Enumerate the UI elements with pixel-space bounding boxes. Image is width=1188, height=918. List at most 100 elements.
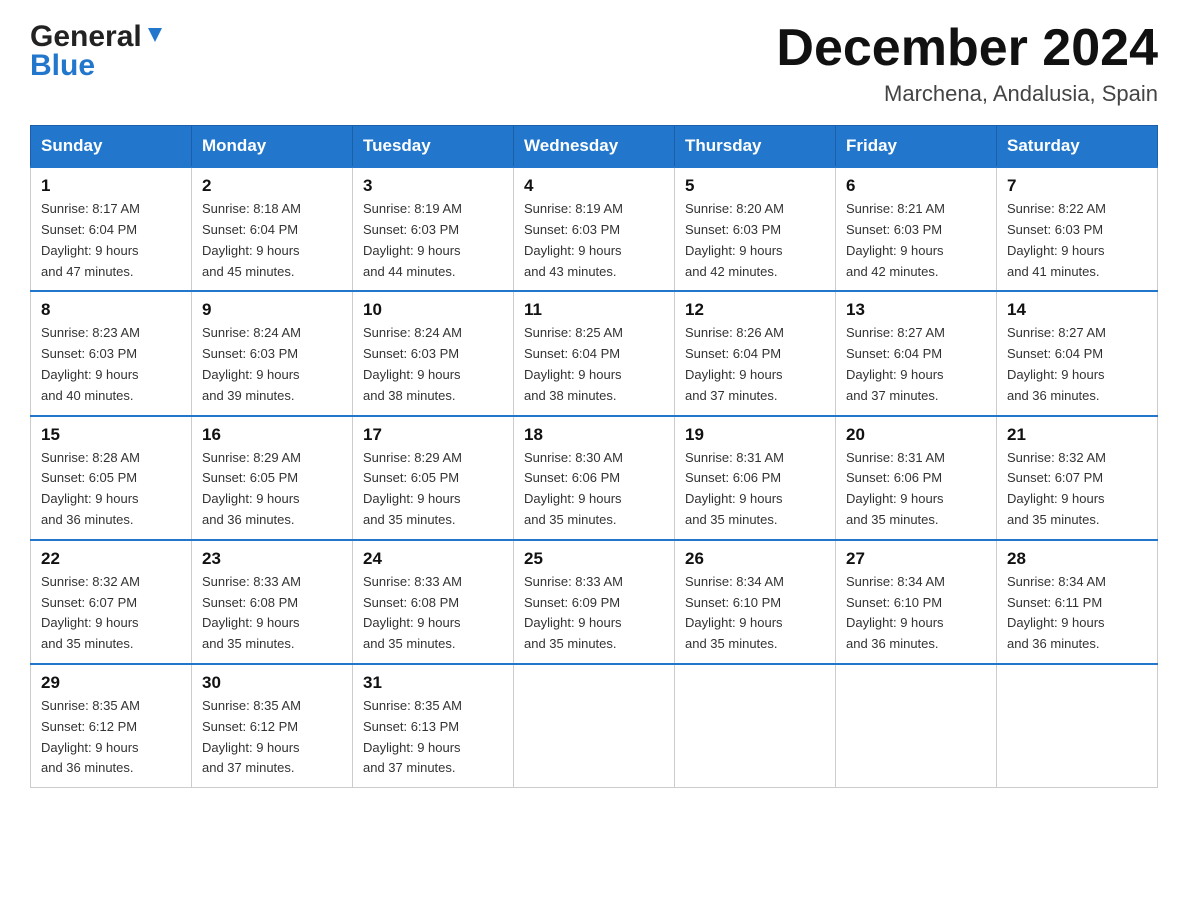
day-number: 22 xyxy=(41,549,181,569)
day-number: 25 xyxy=(524,549,664,569)
calendar-week-row: 22 Sunrise: 8:32 AM Sunset: 6:07 PM Dayl… xyxy=(31,540,1158,664)
calendar-cell: 20 Sunrise: 8:31 AM Sunset: 6:06 PM Dayl… xyxy=(836,416,997,540)
day-number: 9 xyxy=(202,300,342,320)
calendar-cell: 8 Sunrise: 8:23 AM Sunset: 6:03 PM Dayli… xyxy=(31,291,192,415)
header-friday: Friday xyxy=(836,126,997,168)
header-saturday: Saturday xyxy=(997,126,1158,168)
calendar-cell: 2 Sunrise: 8:18 AM Sunset: 6:04 PM Dayli… xyxy=(192,167,353,291)
day-info: Sunrise: 8:28 AM Sunset: 6:05 PM Dayligh… xyxy=(41,448,181,531)
day-info: Sunrise: 8:31 AM Sunset: 6:06 PM Dayligh… xyxy=(846,448,986,531)
day-number: 31 xyxy=(363,673,503,693)
location-text: Marchena, Andalusia, Spain xyxy=(776,81,1158,107)
day-info: Sunrise: 8:35 AM Sunset: 6:13 PM Dayligh… xyxy=(363,696,503,779)
day-number: 14 xyxy=(1007,300,1147,320)
day-info: Sunrise: 8:33 AM Sunset: 6:09 PM Dayligh… xyxy=(524,572,664,655)
header-monday: Monday xyxy=(192,126,353,168)
month-title: December 2024 xyxy=(776,20,1158,77)
calendar-cell xyxy=(675,664,836,788)
calendar-cell: 25 Sunrise: 8:33 AM Sunset: 6:09 PM Dayl… xyxy=(514,540,675,664)
calendar-cell: 22 Sunrise: 8:32 AM Sunset: 6:07 PM Dayl… xyxy=(31,540,192,664)
day-number: 5 xyxy=(685,176,825,196)
day-info: Sunrise: 8:19 AM Sunset: 6:03 PM Dayligh… xyxy=(524,199,664,282)
day-info: Sunrise: 8:33 AM Sunset: 6:08 PM Dayligh… xyxy=(363,572,503,655)
calendar-cell: 5 Sunrise: 8:20 AM Sunset: 6:03 PM Dayli… xyxy=(675,167,836,291)
calendar-cell: 30 Sunrise: 8:35 AM Sunset: 6:12 PM Dayl… xyxy=(192,664,353,788)
day-number: 12 xyxy=(685,300,825,320)
day-number: 26 xyxy=(685,549,825,569)
day-info: Sunrise: 8:24 AM Sunset: 6:03 PM Dayligh… xyxy=(202,323,342,406)
day-number: 15 xyxy=(41,425,181,445)
day-number: 29 xyxy=(41,673,181,693)
day-info: Sunrise: 8:34 AM Sunset: 6:10 PM Dayligh… xyxy=(685,572,825,655)
day-info: Sunrise: 8:30 AM Sunset: 6:06 PM Dayligh… xyxy=(524,448,664,531)
title-area: December 2024 Marchena, Andalusia, Spain xyxy=(776,20,1158,107)
calendar-cell xyxy=(836,664,997,788)
calendar-cell: 24 Sunrise: 8:33 AM Sunset: 6:08 PM Dayl… xyxy=(353,540,514,664)
day-info: Sunrise: 8:20 AM Sunset: 6:03 PM Dayligh… xyxy=(685,199,825,282)
calendar-cell: 7 Sunrise: 8:22 AM Sunset: 6:03 PM Dayli… xyxy=(997,167,1158,291)
day-info: Sunrise: 8:19 AM Sunset: 6:03 PM Dayligh… xyxy=(363,199,503,282)
header-tuesday: Tuesday xyxy=(353,126,514,168)
day-info: Sunrise: 8:18 AM Sunset: 6:04 PM Dayligh… xyxy=(202,199,342,282)
day-number: 8 xyxy=(41,300,181,320)
day-number: 16 xyxy=(202,425,342,445)
day-number: 4 xyxy=(524,176,664,196)
day-number: 3 xyxy=(363,176,503,196)
day-info: Sunrise: 8:31 AM Sunset: 6:06 PM Dayligh… xyxy=(685,448,825,531)
day-info: Sunrise: 8:27 AM Sunset: 6:04 PM Dayligh… xyxy=(846,323,986,406)
day-number: 7 xyxy=(1007,176,1147,196)
calendar-week-row: 8 Sunrise: 8:23 AM Sunset: 6:03 PM Dayli… xyxy=(31,291,1158,415)
calendar-cell: 17 Sunrise: 8:29 AM Sunset: 6:05 PM Dayl… xyxy=(353,416,514,540)
calendar-cell xyxy=(514,664,675,788)
day-number: 24 xyxy=(363,549,503,569)
day-info: Sunrise: 8:17 AM Sunset: 6:04 PM Dayligh… xyxy=(41,199,181,282)
day-info: Sunrise: 8:25 AM Sunset: 6:04 PM Dayligh… xyxy=(524,323,664,406)
day-info: Sunrise: 8:34 AM Sunset: 6:10 PM Dayligh… xyxy=(846,572,986,655)
calendar-cell: 29 Sunrise: 8:35 AM Sunset: 6:12 PM Dayl… xyxy=(31,664,192,788)
day-info: Sunrise: 8:35 AM Sunset: 6:12 PM Dayligh… xyxy=(41,696,181,779)
day-number: 17 xyxy=(363,425,503,445)
calendar-cell: 28 Sunrise: 8:34 AM Sunset: 6:11 PM Dayl… xyxy=(997,540,1158,664)
header-sunday: Sunday xyxy=(31,126,192,168)
calendar-cell: 13 Sunrise: 8:27 AM Sunset: 6:04 PM Dayl… xyxy=(836,291,997,415)
calendar-cell: 10 Sunrise: 8:24 AM Sunset: 6:03 PM Dayl… xyxy=(353,291,514,415)
calendar-cell: 26 Sunrise: 8:34 AM Sunset: 6:10 PM Dayl… xyxy=(675,540,836,664)
calendar-week-row: 1 Sunrise: 8:17 AM Sunset: 6:04 PM Dayli… xyxy=(31,167,1158,291)
calendar-cell: 21 Sunrise: 8:32 AM Sunset: 6:07 PM Dayl… xyxy=(997,416,1158,540)
page-header: General Blue December 2024 Marchena, And… xyxy=(30,20,1158,107)
calendar-cell: 11 Sunrise: 8:25 AM Sunset: 6:04 PM Dayl… xyxy=(514,291,675,415)
calendar-week-row: 15 Sunrise: 8:28 AM Sunset: 6:05 PM Dayl… xyxy=(31,416,1158,540)
calendar-cell: 16 Sunrise: 8:29 AM Sunset: 6:05 PM Dayl… xyxy=(192,416,353,540)
calendar-cell: 3 Sunrise: 8:19 AM Sunset: 6:03 PM Dayli… xyxy=(353,167,514,291)
calendar-cell: 19 Sunrise: 8:31 AM Sunset: 6:06 PM Dayl… xyxy=(675,416,836,540)
day-info: Sunrise: 8:23 AM Sunset: 6:03 PM Dayligh… xyxy=(41,323,181,406)
calendar-cell: 14 Sunrise: 8:27 AM Sunset: 6:04 PM Dayl… xyxy=(997,291,1158,415)
day-info: Sunrise: 8:29 AM Sunset: 6:05 PM Dayligh… xyxy=(363,448,503,531)
day-number: 1 xyxy=(41,176,181,196)
day-info: Sunrise: 8:33 AM Sunset: 6:08 PM Dayligh… xyxy=(202,572,342,655)
calendar-cell: 31 Sunrise: 8:35 AM Sunset: 6:13 PM Dayl… xyxy=(353,664,514,788)
logo-blue-text: Blue xyxy=(30,49,95,82)
logo: General Blue xyxy=(30,20,166,82)
day-info: Sunrise: 8:26 AM Sunset: 6:04 PM Dayligh… xyxy=(685,323,825,406)
calendar-cell: 4 Sunrise: 8:19 AM Sunset: 6:03 PM Dayli… xyxy=(514,167,675,291)
calendar-cell: 18 Sunrise: 8:30 AM Sunset: 6:06 PM Dayl… xyxy=(514,416,675,540)
day-info: Sunrise: 8:32 AM Sunset: 6:07 PM Dayligh… xyxy=(41,572,181,655)
day-number: 30 xyxy=(202,673,342,693)
day-info: Sunrise: 8:24 AM Sunset: 6:03 PM Dayligh… xyxy=(363,323,503,406)
day-number: 10 xyxy=(363,300,503,320)
day-info: Sunrise: 8:22 AM Sunset: 6:03 PM Dayligh… xyxy=(1007,199,1147,282)
day-number: 28 xyxy=(1007,549,1147,569)
calendar-cell: 1 Sunrise: 8:17 AM Sunset: 6:04 PM Dayli… xyxy=(31,167,192,291)
header-wednesday: Wednesday xyxy=(514,126,675,168)
calendar-cell: 27 Sunrise: 8:34 AM Sunset: 6:10 PM Dayl… xyxy=(836,540,997,664)
day-number: 11 xyxy=(524,300,664,320)
calendar-cell: 9 Sunrise: 8:24 AM Sunset: 6:03 PM Dayli… xyxy=(192,291,353,415)
day-number: 19 xyxy=(685,425,825,445)
day-number: 20 xyxy=(846,425,986,445)
day-info: Sunrise: 8:35 AM Sunset: 6:12 PM Dayligh… xyxy=(202,696,342,779)
day-info: Sunrise: 8:21 AM Sunset: 6:03 PM Dayligh… xyxy=(846,199,986,282)
calendar-week-row: 29 Sunrise: 8:35 AM Sunset: 6:12 PM Dayl… xyxy=(31,664,1158,788)
day-number: 21 xyxy=(1007,425,1147,445)
day-number: 27 xyxy=(846,549,986,569)
